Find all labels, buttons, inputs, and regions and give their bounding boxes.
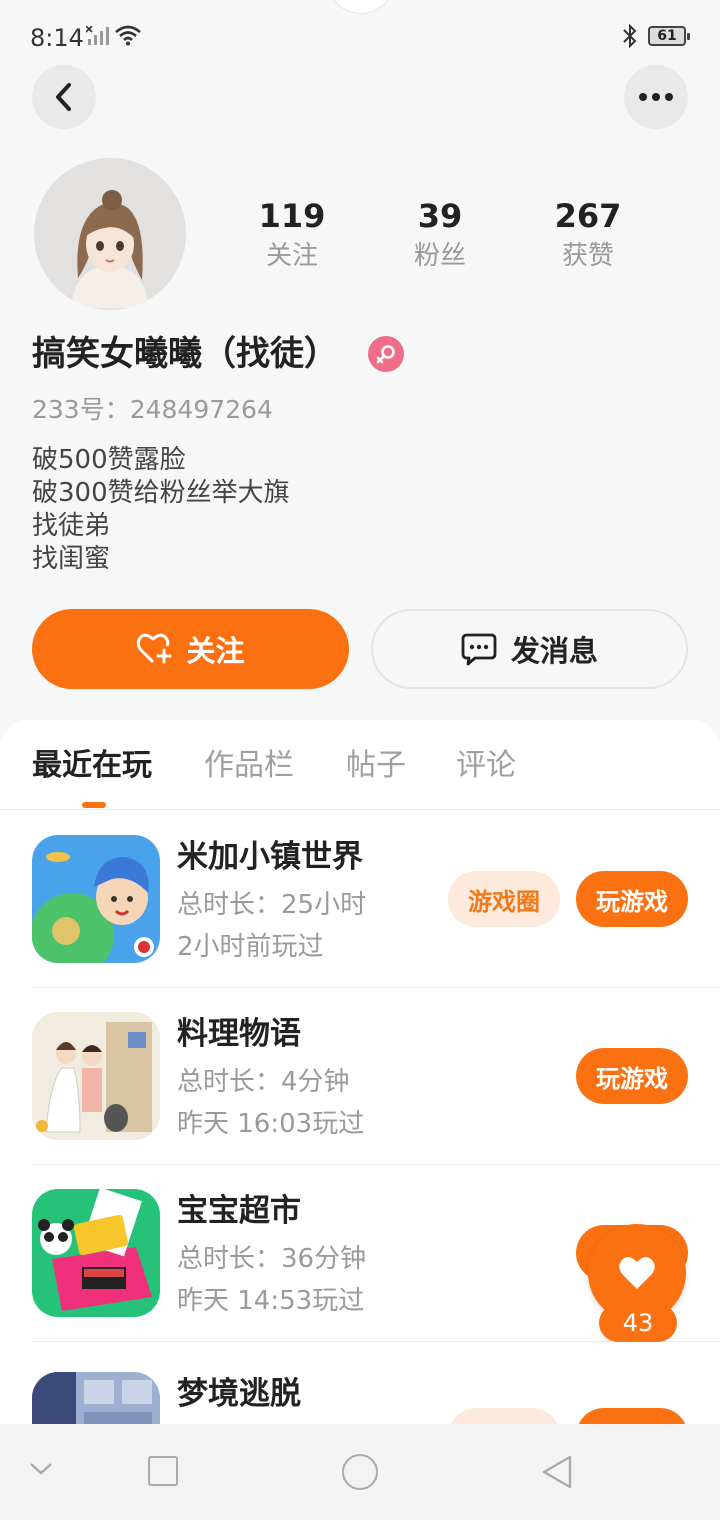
active-tab-indicator: [82, 802, 106, 808]
stat-following-label: 关注: [265, 241, 318, 271]
game-title: 梦境逃脱: [177, 1376, 301, 1412]
back-button[interactable]: [32, 65, 96, 129]
stat-likes-label: 获赞: [561, 241, 614, 271]
system-nav-bar: [0, 1424, 720, 1520]
tab-works[interactable]: 作品栏: [204, 746, 294, 786]
game-circle-button[interactable]: 游戏圈: [448, 871, 560, 927]
game-icon-miga-town[interactable]: [32, 835, 160, 963]
follow-button[interactable]: 关注: [32, 609, 349, 689]
avatar-illustration: [34, 158, 186, 310]
game-title: 宝宝超市: [177, 1193, 301, 1229]
more-dots-icon: [639, 93, 673, 101]
game-duration: 总时长：4分钟: [177, 1067, 350, 1097]
battery-indicator: 61: [648, 26, 690, 46]
heart-plus-icon: [137, 633, 172, 664]
send-message-label: 发消息: [510, 634, 598, 668]
game-last-played: 昨天 14:53玩过: [177, 1286, 365, 1316]
game-last-played: 昨天 16:03玩过: [177, 1109, 365, 1139]
tab-comments[interactable]: 评论: [456, 746, 516, 786]
stat-likes[interactable]: 267 获赞: [528, 196, 648, 276]
wifi-icon: [115, 25, 141, 46]
content-panel: 最近在玩 作品栏 帖子 评论 米加小镇世界 总时长：25小时 2小时前玩过 游戏…: [0, 720, 720, 1520]
stat-following-count: 119: [258, 197, 326, 235]
profile-name: 搞笑女曦曦（找徒）: [32, 334, 338, 374]
user-id: 233号：248497264: [32, 395, 273, 424]
female-gender-icon: [368, 336, 404, 372]
heart-icon: [619, 1256, 655, 1289]
home-button[interactable]: [342, 1454, 378, 1490]
follow-button-label: 关注: [186, 634, 245, 668]
tab-recently-played[interactable]: 最近在玩: [32, 746, 152, 786]
stat-likes-count: 267: [554, 197, 622, 235]
avatar[interactable]: [34, 158, 186, 310]
game-last-played: 2小时前玩过: [177, 932, 324, 962]
back-triangle-icon[interactable]: [540, 1454, 574, 1490]
game-icon-cooking-story[interactable]: [32, 1012, 160, 1140]
chevron-down-icon[interactable]: [28, 1460, 54, 1478]
more-options-button[interactable]: [624, 65, 688, 129]
recent-apps-button[interactable]: [148, 1456, 178, 1486]
camera-notch: [328, 0, 394, 14]
cell-signal-icon: [86, 26, 109, 45]
bio-line: 破300赞给粉丝举大旗: [32, 478, 290, 508]
stat-fans-label: 粉丝: [413, 241, 466, 271]
bio-line: 破500赞露脸: [32, 445, 186, 475]
bluetooth-icon: [623, 24, 637, 48]
game-duration: 总时长：36分钟: [177, 1244, 367, 1274]
game-duration: 总时长：25小时: [177, 890, 367, 920]
game-row[interactable]: 米加小镇世界 总时长：25小时 2小时前玩过 游戏圈 玩游戏: [32, 811, 720, 988]
tab-posts[interactable]: 帖子: [346, 746, 406, 786]
tab-bar: 最近在玩 作品栏 帖子 评论: [0, 720, 720, 810]
stat-fans[interactable]: 39 粉丝: [380, 196, 500, 276]
bio-line: 找闺蜜: [32, 544, 111, 574]
chevron-left-icon: [56, 83, 71, 111]
stat-following[interactable]: 119 关注: [232, 196, 352, 276]
like-count: 43: [599, 1304, 677, 1342]
status-bar: 8:14 61: [0, 0, 720, 72]
play-game-button[interactable]: 玩游戏: [576, 871, 688, 927]
bio-line: 找徒弟: [32, 511, 111, 541]
chat-bubble-icon: [461, 633, 497, 666]
game-row[interactable]: 料理物语 总时长：4分钟 昨天 16:03玩过 玩游戏: [32, 988, 720, 1165]
send-message-button[interactable]: 发消息: [371, 609, 688, 689]
game-icon-baby-supermarket[interactable]: [32, 1189, 160, 1317]
profile-bio: 破500赞露脸 破300赞给粉丝举大旗 找徒弟 找闺蜜: [32, 444, 290, 576]
status-time: 8:14: [30, 24, 84, 52]
play-game-button[interactable]: 玩游戏: [576, 1048, 688, 1104]
game-title: 料理物语: [177, 1016, 301, 1052]
stat-fans-count: 39: [417, 197, 463, 235]
game-title: 米加小镇世界: [177, 839, 363, 875]
